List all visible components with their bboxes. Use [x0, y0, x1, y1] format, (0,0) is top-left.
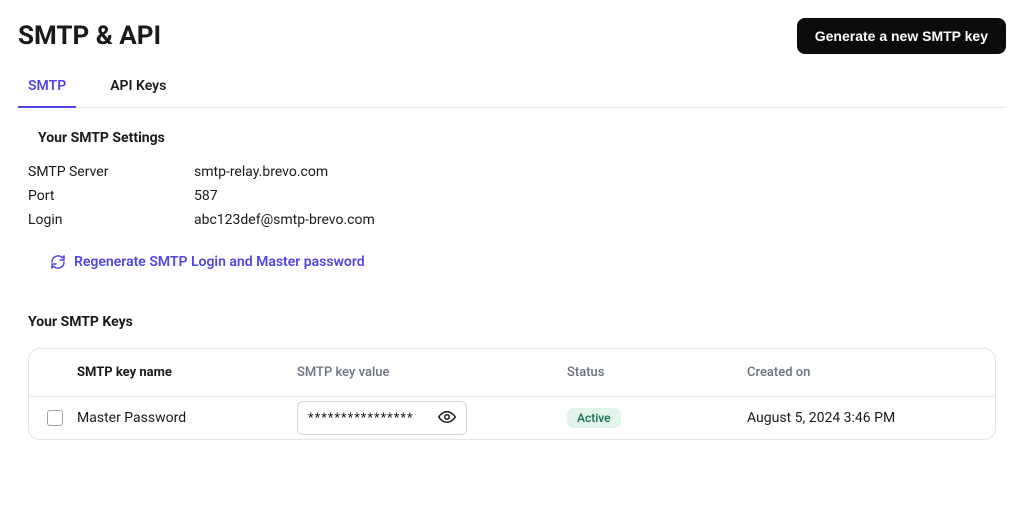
smtp-server-value: smtp-relay.brevo.com — [194, 164, 328, 180]
smtp-login-label: Login — [28, 212, 194, 228]
refresh-icon — [50, 254, 66, 270]
eye-icon — [438, 408, 456, 429]
key-value-masked: **************** — [308, 411, 414, 426]
row-checkbox[interactable] — [47, 410, 63, 426]
tab-api-keys[interactable]: API Keys — [100, 78, 176, 107]
smtp-settings-section: Your SMTP Settings SMTP Server smtp-rela… — [28, 130, 1006, 274]
generate-smtp-key-button[interactable]: Generate a new SMTP key — [797, 18, 1006, 54]
col-created: Created on — [747, 365, 995, 380]
smtp-keys-heading: Your SMTP Keys — [28, 314, 1006, 330]
table-header: SMTP key name SMTP key value Status Crea… — [29, 349, 995, 397]
smtp-port-value: 587 — [194, 188, 218, 204]
col-status: Status — [567, 365, 747, 380]
status-badge: Active — [567, 408, 621, 428]
smtp-port-label: Port — [28, 188, 194, 204]
smtp-server-label: SMTP Server — [28, 164, 194, 180]
smtp-keys-table: SMTP key name SMTP key value Status Crea… — [28, 348, 996, 440]
tabs: SMTP API Keys — [18, 78, 1006, 108]
table-row: Master Password **************** — [29, 397, 995, 439]
key-name: Master Password — [77, 410, 297, 426]
col-value: SMTP key value — [297, 365, 567, 380]
smtp-keys-section: Your SMTP Keys SMTP key name SMTP key va… — [18, 314, 1006, 440]
smtp-login-row: Login abc123def@smtp-brevo.com — [28, 212, 1006, 228]
smtp-server-row: SMTP Server smtp-relay.brevo.com — [28, 164, 1006, 180]
smtp-settings-heading: Your SMTP Settings — [38, 130, 1006, 146]
col-name: SMTP key name — [77, 365, 297, 380]
regenerate-login-label: Regenerate SMTP Login and Master passwor… — [74, 254, 365, 270]
page-title: SMTP & API — [18, 21, 161, 51]
tab-smtp[interactable]: SMTP — [18, 78, 76, 108]
key-value-field: **************** — [297, 401, 467, 435]
smtp-port-row: Port 587 — [28, 188, 1006, 204]
smtp-login-value: abc123def@smtp-brevo.com — [194, 212, 375, 228]
key-created: August 5, 2024 3:46 PM — [747, 410, 995, 426]
regenerate-login-link[interactable]: Regenerate SMTP Login and Master passwor… — [50, 254, 365, 270]
reveal-key-button[interactable] — [436, 406, 458, 431]
